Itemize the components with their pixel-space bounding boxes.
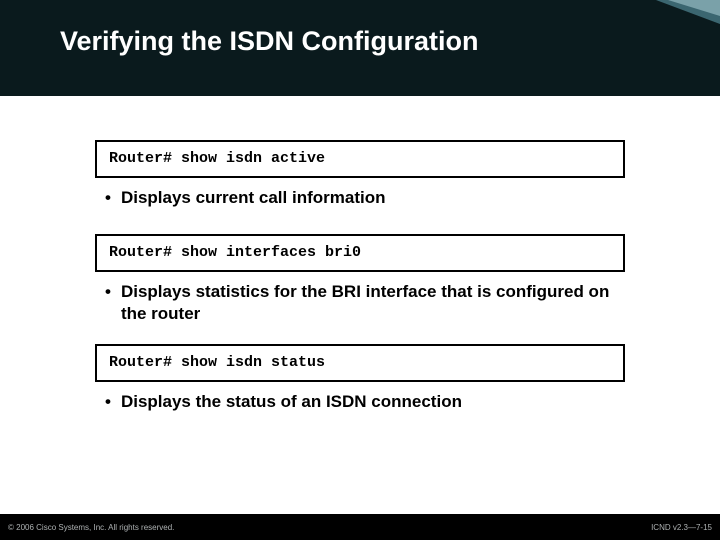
bullet-text: Displays the status of an ISDN connectio… — [121, 391, 625, 412]
bullet-dot-icon: • — [105, 281, 111, 302]
bullet-dot-icon: • — [105, 187, 111, 208]
bullet-item: • Displays statistics for the BRI interf… — [105, 281, 625, 324]
bullet-item: • Displays current call information — [105, 187, 625, 208]
bullet-text: Displays current call information — [121, 187, 625, 208]
footer-code: ICND v2.3—7-15 — [651, 523, 712, 532]
footer-copyright: © 2006 Cisco Systems, Inc. All rights re… — [8, 523, 174, 532]
command-box: Router# show isdn status — [95, 344, 625, 382]
corner-accent-icon — [668, 0, 720, 16]
command-box: Router# show isdn active — [95, 140, 625, 178]
bullet-dot-icon: • — [105, 391, 111, 412]
slide-title: Verifying the ISDN Configuration — [60, 26, 479, 57]
bullet-item: • Displays the status of an ISDN connect… — [105, 391, 625, 412]
command-box: Router# show interfaces bri0 — [95, 234, 625, 272]
bullet-text: Displays statistics for the BRI interfac… — [121, 281, 625, 324]
footer: © 2006 Cisco Systems, Inc. All rights re… — [0, 514, 720, 540]
slide-content: Router# show isdn active • Displays curr… — [95, 140, 625, 412]
slide: Verifying the ISDN Configuration Router#… — [0, 0, 720, 540]
title-bar: Verifying the ISDN Configuration — [0, 0, 720, 96]
